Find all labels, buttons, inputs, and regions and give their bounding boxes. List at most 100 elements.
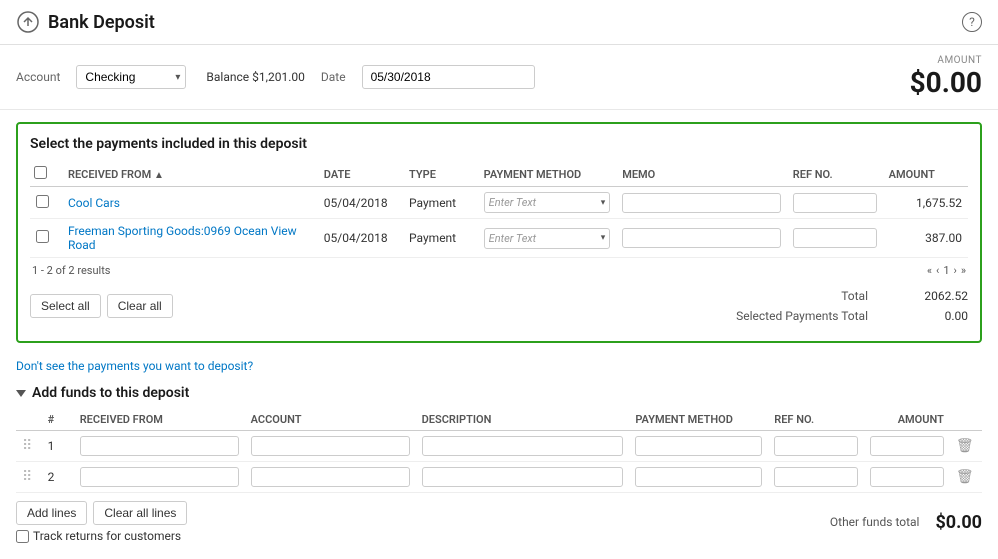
balance-value: $1,201.00 <box>252 70 305 84</box>
col-header-ref: REF NO. <box>787 162 883 187</box>
funds-amount-2 <box>864 462 949 493</box>
funds-received-input-1[interactable] <box>80 436 239 456</box>
funds-pm-input-2[interactable] <box>635 467 762 487</box>
drag-dots-2: ⠿ <box>22 469 32 485</box>
row1-memo-input[interactable] <box>622 193 781 213</box>
row-number-2: 2 <box>42 462 74 493</box>
row2-ref <box>787 219 883 258</box>
table-footer: 1 - 2 of 2 results « ‹ 1 › » <box>30 258 968 283</box>
funds-amount-input-1[interactable] <box>870 436 943 456</box>
funds-footer: Add lines Clear all lines Track returns … <box>16 493 982 547</box>
row1-memo <box>616 187 787 219</box>
funds-amount-input-2[interactable] <box>870 467 943 487</box>
funds-btn-group: Add lines Clear all lines <box>16 501 187 525</box>
select-all-button[interactable]: Select all <box>30 294 101 318</box>
col-header-drag <box>16 409 42 431</box>
row1-date: 05/04/2018 <box>318 187 403 219</box>
pagination-last[interactable]: » <box>961 264 966 277</box>
total-label: Total <box>841 289 868 303</box>
totals-block: Total 2062.52 Selected Payments Total 0.… <box>736 287 968 325</box>
selected-payments-row: Selected Payments Total 0.00 <box>736 307 968 325</box>
funds-row: ⠿ 2 🗑 <box>16 462 982 493</box>
col-header-date: DATE <box>318 162 403 187</box>
amount-block: AMOUNT $0.00 <box>910 55 982 99</box>
delete-cell-1: 🗑 <box>950 431 982 462</box>
col-header-type: TYPE <box>403 162 478 187</box>
row1-ref-input[interactable] <box>793 193 877 213</box>
funds-ref-input-1[interactable] <box>774 436 858 456</box>
row2-received-link[interactable]: Freeman Sporting Goods:0969 Ocean View R… <box>68 224 297 252</box>
pagination-next[interactable]: › <box>954 264 957 277</box>
row2-pm: Enter Text ▾ <box>478 219 617 258</box>
account-select-wrapper: Checking Savings ▾ <box>76 65 186 89</box>
funds-ref-input-2[interactable] <box>774 467 858 487</box>
clear-all-button[interactable]: Clear all <box>107 294 173 318</box>
row1-pm-select[interactable]: Enter Text ▾ <box>484 192 611 213</box>
dont-see-link[interactable]: Don't see the payments you want to depos… <box>16 359 982 373</box>
track-returns-checkbox[interactable] <box>16 530 29 543</box>
row1-checkbox[interactable] <box>36 195 49 208</box>
col-header-number: # <box>42 409 74 431</box>
row2-memo-input[interactable] <box>622 228 781 248</box>
track-returns-label[interactable]: Track returns for customers <box>16 529 187 543</box>
drag-handle-1[interactable]: ⠿ <box>16 431 42 462</box>
balance-label: Balance <box>206 70 249 84</box>
row2-ref-input[interactable] <box>793 228 877 248</box>
amount-label: AMOUNT <box>910 55 982 66</box>
funds-desc-1 <box>416 431 630 462</box>
row2-date: 05/04/2018 <box>318 219 403 258</box>
funds-pm-input-1[interactable] <box>635 436 762 456</box>
funds-desc-input-2[interactable] <box>422 467 624 487</box>
delete-row1-icon[interactable]: 🗑 <box>956 438 974 454</box>
col-header-account: ACCOUNT <box>245 409 416 431</box>
funds-table: # RECEIVED FROM ACCOUNT DESCRIPTION PAYM… <box>16 409 982 493</box>
add-funds-title[interactable]: Add funds to this deposit <box>16 385 982 401</box>
col-header-pm: PAYMENT METHOD <box>478 162 617 187</box>
funds-received-input-2[interactable] <box>80 467 239 487</box>
action-buttons: Select all Clear all <box>30 294 173 318</box>
pagination-first[interactable]: « <box>927 264 932 277</box>
col-header-funds-amount: AMOUNT <box>864 409 949 431</box>
row2-checkbox[interactable] <box>36 230 49 243</box>
funds-received-2 <box>74 462 245 493</box>
funds-pm-2 <box>629 462 768 493</box>
select-payments-title: Select the payments included in this dep… <box>30 136 968 152</box>
balance-text: Balance $1,201.00 <box>206 70 304 84</box>
row2-pm-select[interactable]: Enter Text ▾ <box>484 228 611 249</box>
clear-all-lines-button[interactable]: Clear all lines <box>93 501 187 525</box>
row1-amount: 1,675.52 <box>883 187 968 219</box>
col-header-funds-pm: PAYMENT METHOD <box>629 409 768 431</box>
delete-cell-2: 🗑 <box>950 462 982 493</box>
other-funds-label: Other funds total <box>830 515 920 529</box>
row1-type: Payment <box>403 187 478 219</box>
select-payments-box: Select the payments included in this dep… <box>16 122 982 343</box>
row2-pm-placeholder: Enter Text <box>489 232 601 245</box>
btn-row: Select all Clear all Total 2062.52 Selec… <box>30 283 968 329</box>
help-icon[interactable]: ? <box>962 12 982 32</box>
select-all-checkbox-header[interactable] <box>34 166 47 179</box>
add-lines-button[interactable]: Add lines <box>16 501 87 525</box>
funds-account-1 <box>245 431 416 462</box>
funds-account-2 <box>245 462 416 493</box>
funds-account-input-1[interactable] <box>251 436 410 456</box>
drag-handle-2[interactable]: ⠿ <box>16 462 42 493</box>
col-header-amount: AMOUNT <box>883 162 968 187</box>
funds-amount-1 <box>864 431 949 462</box>
row1-received-link[interactable]: Cool Cars <box>68 196 120 210</box>
row1-pm-placeholder: Enter Text <box>489 196 601 209</box>
funds-received-1 <box>74 431 245 462</box>
delete-row2-icon[interactable]: 🗑 <box>956 469 974 485</box>
funds-account-input-2[interactable] <box>251 467 410 487</box>
date-input[interactable] <box>362 65 535 89</box>
account-select[interactable]: Checking Savings <box>76 65 186 89</box>
funds-row: ⠿ 1 🗑 <box>16 431 982 462</box>
funds-footer-right: Other funds total $0.00 <box>830 512 982 533</box>
funds-desc-input-1[interactable] <box>422 436 624 456</box>
collapse-icon <box>16 390 26 397</box>
col-header-checkbox <box>30 162 62 187</box>
payments-table: RECEIVED FROM ▲ DATE TYPE PAYMENT METHOD… <box>30 162 968 258</box>
pagination-prev[interactable]: ‹ <box>936 264 939 277</box>
funds-pm-1 <box>629 431 768 462</box>
main-content: Select the payments included in this dep… <box>0 110 998 559</box>
selected-payments-label: Selected Payments Total <box>736 309 868 323</box>
